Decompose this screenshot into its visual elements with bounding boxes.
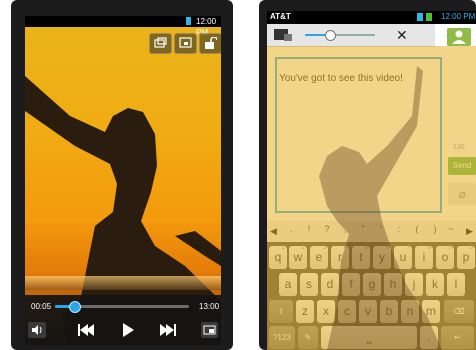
shift-key[interactable]: ⇧ bbox=[269, 300, 293, 323]
volume-button[interactable] bbox=[28, 322, 46, 343]
close-popup-button[interactable]: ✕ bbox=[396, 27, 408, 44]
symbol-key[interactable]: ) bbox=[428, 224, 442, 234]
key-x[interactable]: x bbox=[317, 300, 335, 323]
play-icon bbox=[123, 323, 134, 337]
popup-player-button[interactable] bbox=[201, 322, 218, 343]
keyboard: ◀ . ! ? , " ' : ( ) ~ ▶ 1q 2w 3e 4r 5t 6… bbox=[267, 221, 476, 350]
symbol-key[interactable]: . bbox=[284, 224, 298, 234]
seek-bar-thumb[interactable] bbox=[68, 301, 81, 313]
space-bar-icon: ⎵ bbox=[366, 330, 372, 344]
current-time: 00:05 bbox=[31, 302, 52, 311]
symbol-key[interactable]: ' bbox=[374, 224, 388, 234]
person-icon bbox=[452, 30, 466, 44]
attach-button[interactable]: ⌀ bbox=[448, 183, 476, 205]
battery-icon bbox=[426, 13, 432, 21]
playback-controls: 00:05 13:00 bbox=[25, 295, 221, 345]
symbol-key[interactable]: ! bbox=[302, 224, 316, 234]
volume-icon bbox=[28, 322, 46, 338]
video-player-screen: 12:00 PM 00:05 13:00 bbox=[25, 16, 221, 345]
contact-button[interactable] bbox=[447, 28, 471, 46]
carrier-label: AT&T bbox=[270, 12, 291, 21]
key-d[interactable]: d bbox=[321, 273, 339, 296]
key-g[interactable]: g bbox=[363, 273, 381, 296]
fast-forward-button[interactable] bbox=[158, 322, 178, 343]
message-text: You've got to see this video! bbox=[279, 73, 403, 84]
key-l[interactable]: l bbox=[447, 273, 465, 296]
video-player-phone: 12:00 PM 00:05 13:00 bbox=[11, 0, 233, 350]
key-v[interactable]: v bbox=[359, 300, 377, 323]
enter-key[interactable]: ↵ bbox=[441, 326, 474, 349]
screen-capture-button[interactable] bbox=[174, 33, 197, 54]
messaging-screen: AT&T 12:00 PM ✕ You've got to see this v… bbox=[267, 11, 476, 350]
key-m[interactable]: m bbox=[422, 300, 440, 323]
key-i[interactable]: 8i bbox=[415, 245, 433, 269]
key-p[interactable]: 0p bbox=[457, 245, 475, 269]
scroll-right-icon[interactable]: ▶ bbox=[466, 226, 473, 237]
unlock-button[interactable] bbox=[199, 33, 221, 54]
backspace-key[interactable]: ⌫ bbox=[444, 300, 474, 323]
symbol-key[interactable]: : bbox=[392, 224, 406, 234]
key-t[interactable]: 5t bbox=[352, 245, 370, 269]
total-time: 13:00 bbox=[199, 302, 220, 311]
symbol-key[interactable]: ? bbox=[320, 224, 334, 234]
key-a[interactable]: a bbox=[279, 273, 297, 296]
period-key[interactable]: . bbox=[420, 326, 438, 349]
key-u[interactable]: 7u bbox=[394, 245, 412, 269]
screen-capture-icon bbox=[179, 37, 192, 48]
key-e[interactable]: 3e bbox=[310, 245, 328, 269]
signal-icon bbox=[417, 13, 423, 21]
status-bar: AT&T 12:00 PM bbox=[267, 11, 476, 24]
key-c[interactable]: c bbox=[338, 300, 356, 323]
pen-icon: ✎ bbox=[304, 333, 312, 342]
key-r[interactable]: 4r bbox=[331, 245, 349, 269]
key-w[interactable]: 2w bbox=[289, 245, 307, 269]
popup-player-icon bbox=[201, 322, 218, 338]
paperclip-icon: ⌀ bbox=[458, 187, 466, 201]
status-time: 12:00 PM bbox=[441, 12, 476, 21]
fast-forward-icon bbox=[160, 324, 176, 336]
key-b[interactable]: b bbox=[380, 300, 398, 323]
play-button[interactable] bbox=[120, 322, 136, 343]
symbol-key[interactable]: " bbox=[356, 224, 370, 234]
backspace-icon: ⌫ bbox=[453, 307, 465, 316]
shift-icon: ⇧ bbox=[277, 307, 285, 316]
window-mode-icon bbox=[154, 37, 167, 48]
symbol-key[interactable]: , bbox=[338, 224, 352, 234]
window-mode-button[interactable] bbox=[149, 33, 172, 54]
key-o[interactable]: 9o bbox=[436, 245, 454, 269]
rewind-icon bbox=[78, 324, 94, 336]
key-n[interactable]: n bbox=[401, 300, 419, 323]
popup-player-bar: ✕ bbox=[267, 24, 435, 47]
popup-video-icon bbox=[274, 29, 292, 41]
symbol-key[interactable]: ( bbox=[410, 224, 424, 234]
enter-icon: ↵ bbox=[454, 333, 461, 342]
key-y[interactable]: 6y bbox=[373, 245, 391, 269]
symbol-key[interactable]: ~ bbox=[444, 224, 458, 234]
symbols-key[interactable]: ?123 bbox=[269, 326, 295, 349]
popup-seek-thumb[interactable] bbox=[324, 30, 336, 41]
key-k[interactable]: k bbox=[426, 273, 444, 296]
symbol-row: ◀ . ! ? , " ' : ( ) ~ ▶ bbox=[267, 221, 476, 242]
sea-horizon bbox=[25, 276, 221, 290]
input-settings-key[interactable]: ✎ bbox=[298, 326, 318, 349]
key-h[interactable]: h bbox=[384, 273, 402, 296]
seek-bar[interactable] bbox=[55, 301, 189, 313]
messaging-phone: AT&T 12:00 PM ✕ You've got to see this v… bbox=[259, 0, 476, 350]
key-f[interactable]: f bbox=[342, 273, 360, 296]
character-counter: 130 bbox=[453, 144, 465, 151]
key-j[interactable]: j bbox=[405, 273, 423, 296]
rewind-button[interactable] bbox=[76, 322, 96, 343]
send-button[interactable]: Send bbox=[448, 157, 476, 175]
popup-seek-bar[interactable] bbox=[305, 30, 375, 41]
unlock-icon bbox=[205, 37, 217, 49]
key-s[interactable]: s bbox=[300, 273, 318, 296]
key-q[interactable]: 1q bbox=[269, 245, 287, 269]
key-z[interactable]: z bbox=[296, 300, 314, 323]
space-key[interactable]: ⎵ bbox=[321, 326, 417, 349]
scroll-left-icon[interactable]: ◀ bbox=[270, 226, 277, 237]
